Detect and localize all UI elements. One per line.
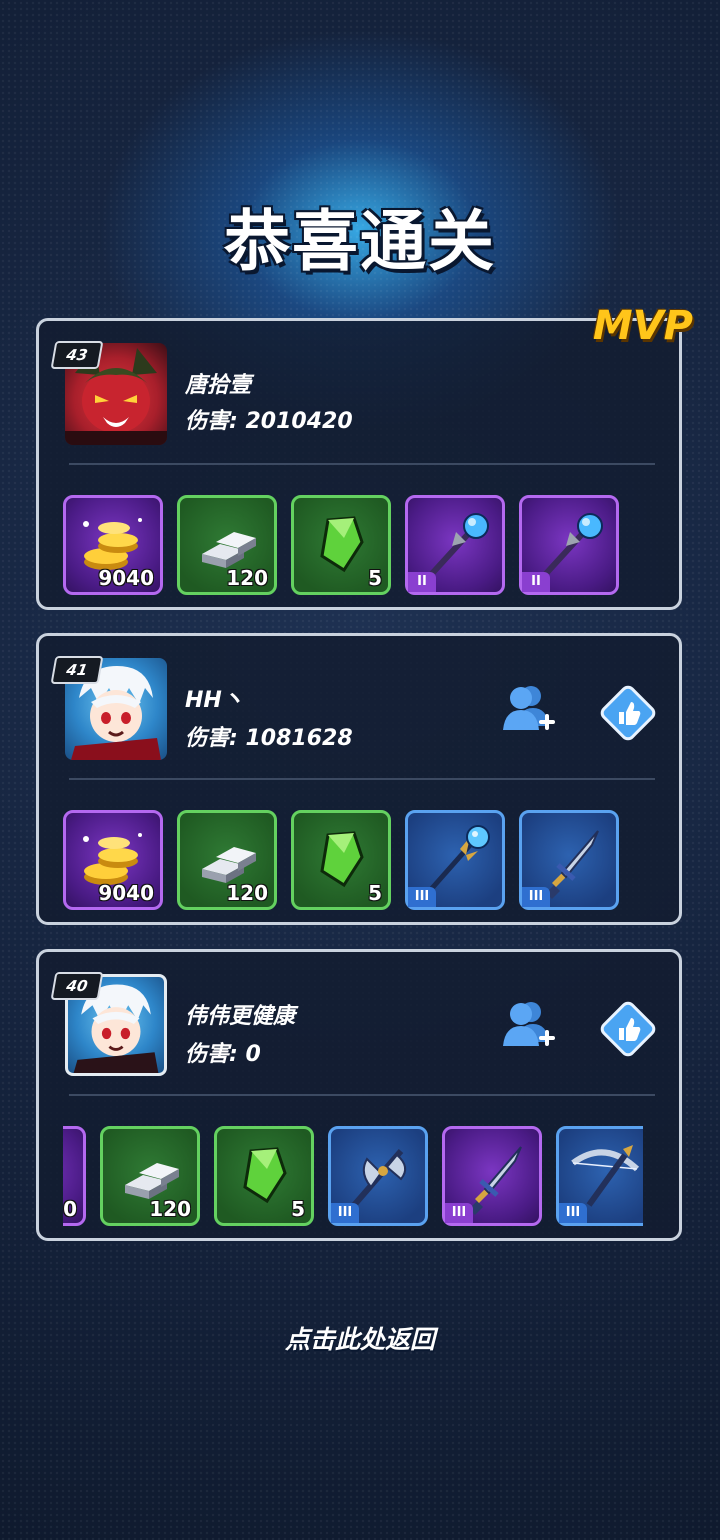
reward-quantity: 120 bbox=[226, 566, 268, 590]
tier-badge: II bbox=[408, 572, 436, 592]
reward-item[interactable]: 5 bbox=[214, 1126, 314, 1226]
reward-quantity: 9040 bbox=[98, 881, 154, 905]
mvp-badge: MVP bbox=[592, 303, 693, 349]
like-button[interactable] bbox=[599, 684, 657, 742]
damage-text: 伤害: 2010420 bbox=[185, 403, 353, 435]
damage-value: 1081628 bbox=[245, 726, 353, 751]
reward-item[interactable]: 5 bbox=[291, 810, 391, 910]
reward-item[interactable]: 120 bbox=[100, 1126, 200, 1226]
reward-item[interactable]: 120 bbox=[177, 495, 277, 595]
reward-item[interactable]: 9040 bbox=[63, 1126, 86, 1226]
level-badge: 40 bbox=[50, 972, 104, 1000]
add-friend-icon bbox=[503, 1002, 555, 1046]
reward-item[interactable]: III bbox=[328, 1126, 428, 1226]
reward-quantity: 9040 bbox=[63, 1197, 77, 1221]
reward-item[interactable]: II bbox=[519, 495, 619, 595]
tier-badge: III bbox=[559, 1203, 587, 1223]
reward-quantity: 5 bbox=[368, 881, 382, 905]
tier-badge: III bbox=[522, 887, 550, 907]
thumbs-up-icon bbox=[600, 685, 656, 741]
reward-list: 9040 120 5 II II bbox=[63, 495, 643, 603]
add-friend-button[interactable] bbox=[497, 680, 557, 740]
like-button[interactable] bbox=[599, 1000, 657, 1058]
return-hint-button[interactable]: 点击此处返回 bbox=[0, 1320, 720, 1356]
damage-label: 伤害: bbox=[185, 1042, 238, 1067]
reward-list: 9040 120 5 III III bbox=[63, 810, 643, 918]
reward-item[interactable]: III bbox=[405, 810, 505, 910]
add-friend-button[interactable] bbox=[497, 996, 557, 1056]
reward-item[interactable]: 5 bbox=[291, 495, 391, 595]
reward-item[interactable]: III bbox=[519, 810, 619, 910]
tier-badge: III bbox=[445, 1203, 473, 1223]
tier-badge: II bbox=[522, 572, 550, 592]
reward-quantity: 5 bbox=[368, 566, 382, 590]
thumbs-up-icon bbox=[600, 1001, 656, 1057]
damage-value: 2010420 bbox=[245, 409, 353, 434]
damage-value: 0 bbox=[245, 1042, 261, 1067]
damage-label: 伤害: bbox=[185, 409, 238, 434]
damage-text: 伤害: 0 bbox=[185, 1036, 261, 1068]
divider bbox=[69, 1094, 655, 1096]
reward-quantity: 5 bbox=[291, 1197, 305, 1221]
reward-item[interactable]: 120 bbox=[177, 810, 277, 910]
divider bbox=[69, 463, 655, 465]
player-card: 41 HH丶 伤害: 1081628 9040 120 5 III III bbox=[36, 633, 682, 925]
reward-item[interactable]: III bbox=[556, 1126, 643, 1226]
reward-item[interactable]: II bbox=[405, 495, 505, 595]
reward-item[interactable]: III bbox=[442, 1126, 542, 1226]
victory-title: 恭喜通关 bbox=[224, 203, 496, 280]
divider bbox=[69, 778, 655, 780]
add-friend-icon bbox=[503, 686, 555, 730]
damage-label: 伤害: bbox=[185, 726, 238, 751]
reward-item[interactable]: 9040 bbox=[63, 495, 163, 595]
player-name: HH丶 bbox=[185, 688, 244, 713]
reward-item[interactable]: 9040 bbox=[63, 810, 163, 910]
reward-quantity: 9040 bbox=[98, 566, 154, 590]
tier-badge: III bbox=[331, 1203, 359, 1223]
tier-badge: III bbox=[408, 887, 436, 907]
player-card: 40 伟伟更健康 伤害: 0 9040 120 bbox=[36, 949, 682, 1241]
player-name: 唐拾壹 bbox=[185, 373, 252, 398]
level-badge: 41 bbox=[50, 656, 104, 684]
reward-quantity: 120 bbox=[226, 881, 268, 905]
player-name: 伟伟更健康 bbox=[185, 1004, 296, 1029]
reward-list-scrollable[interactable]: 9040 120 5 III bbox=[63, 1126, 643, 1234]
level-badge: 43 bbox=[50, 341, 104, 369]
player-card: 43 MVP 唐拾壹 伤害: 2010420 9040 120 5 II II bbox=[36, 303, 693, 610]
damage-text: 伤害: 1081628 bbox=[185, 720, 353, 752]
reward-quantity: 120 bbox=[149, 1197, 191, 1221]
